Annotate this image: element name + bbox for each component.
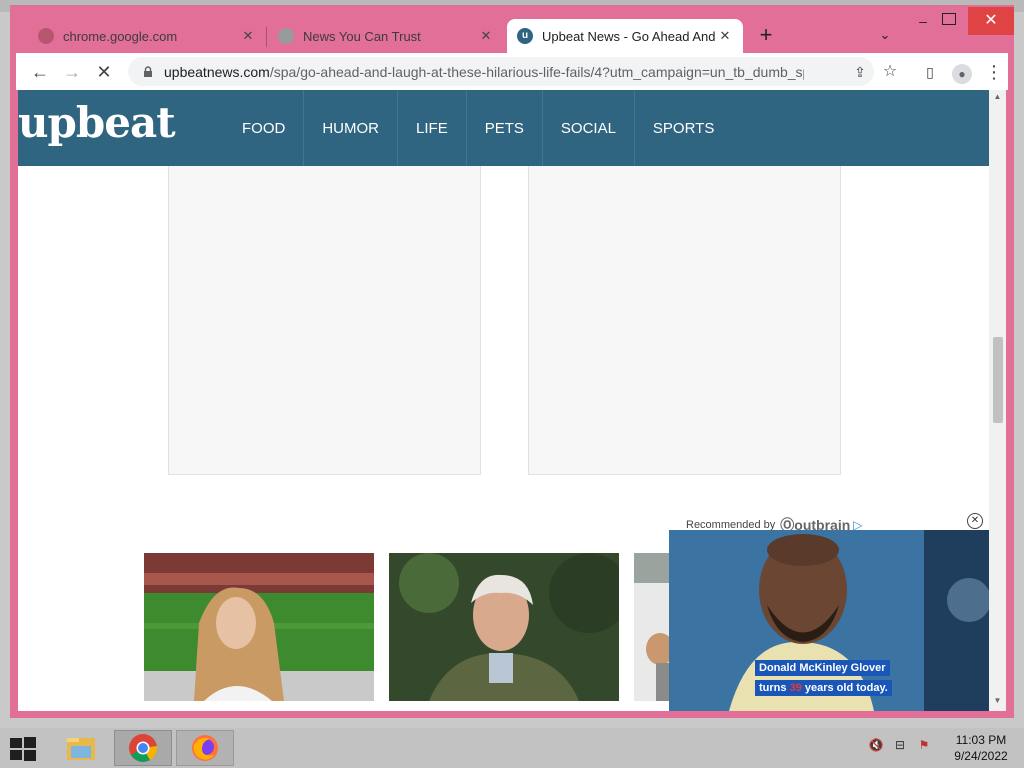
scroll-thumb[interactable] — [993, 337, 1003, 423]
menu-dots-icon[interactable]: ⋮ — [982, 60, 1006, 84]
url-text: upbeatnews.com/spa/go-ahead-and-laugh-at… — [164, 64, 804, 80]
system-clock[interactable]: 11:03 PM 9/24/2022 — [945, 732, 1017, 764]
tab-close-icon[interactable]: ✕ — [717, 28, 733, 44]
recommendation-thumbnail[interactable] — [389, 553, 619, 701]
chrome-icon — [129, 734, 158, 762]
lock-icon — [144, 65, 152, 77]
tab-news-you-can-trust[interactable]: News You Can Trust ✕ — [268, 19, 504, 53]
tab-title: News You Can Trust — [303, 28, 421, 44]
back-button[interactable]: ← — [28, 60, 52, 84]
tab-upbeat-news[interactable]: u Upbeat News - Go Ahead And Laugh At Th… — [507, 19, 743, 53]
vertical-scrollbar[interactable]: ▲ ▼ — [989, 90, 1006, 711]
file-explorer-taskbar-button[interactable] — [52, 730, 110, 766]
video-caption: Donald McKinley Glover turns 39 years ol… — [755, 658, 892, 698]
forward-button[interactable]: → — [60, 60, 84, 84]
chrome-taskbar-button[interactable] — [114, 730, 172, 766]
caption-pre: turns — [759, 682, 790, 694]
stadium-photo-image — [144, 553, 374, 701]
portrait-photo-image — [389, 553, 619, 701]
nav-pets[interactable]: PETS — [465, 90, 542, 166]
close-window-button[interactable]: ✕ — [968, 7, 1014, 35]
system-tray: 🔇 ⊟ ⚑ — [868, 738, 932, 754]
clock-date: 9/24/2022 — [954, 749, 1008, 763]
caption-line-2: turns 39 years old today. — [755, 680, 892, 696]
tab-title: Upbeat News - Go Ahead And Laugh At Thes… — [542, 28, 717, 44]
scroll-down-arrow-icon[interactable]: ▼ — [989, 696, 1006, 708]
tab-close-icon[interactable]: ✕ — [240, 28, 256, 44]
caption-line-1: Donald McKinley Glover — [755, 660, 890, 676]
new-tab-button[interactable]: + — [754, 24, 778, 48]
tab-chrome-google[interactable]: chrome.google.com ✕ — [28, 19, 266, 53]
nav-sports[interactable]: SPORTS — [633, 90, 732, 166]
bookmark-star-icon[interactable]: ☆ — [878, 60, 902, 84]
site-header: upbeat FOOD HUMOR LIFE PETS SOCIAL SPORT… — [18, 90, 989, 166]
firefox-icon — [192, 735, 218, 761]
volume-muted-icon[interactable]: 🔇 — [868, 738, 884, 754]
tab-close-icon[interactable]: ✕ — [478, 28, 494, 44]
url-path: /spa/go-ahead-and-laugh-at-these-hilario… — [269, 63, 804, 80]
address-bar[interactable]: upbeatnews.com/spa/go-ahead-and-laugh-at… — [128, 57, 874, 86]
caption-post: years old today. — [801, 682, 888, 694]
url-host: upbeatnews.com — [164, 63, 270, 80]
action-center-alert-icon[interactable]: ⚑ — [916, 738, 932, 754]
tab-separator — [266, 27, 267, 47]
nav-social[interactable]: SOCIAL — [541, 90, 634, 166]
profile-avatar-icon[interactable]: ● — [950, 60, 974, 84]
globe-icon — [278, 28, 294, 44]
upbeat-favicon-icon: u — [517, 28, 533, 44]
network-icon[interactable]: ⊟ — [892, 738, 908, 754]
site-nav: FOOD HUMOR LIFE PETS SOCIAL SPORTS — [224, 90, 732, 166]
clock-time: 11:03 PM — [955, 733, 1007, 747]
caption-age: 39 — [789, 682, 802, 694]
close-video-icon[interactable]: ✕ — [967, 513, 983, 529]
stop-loading-button[interactable]: ✕ — [92, 60, 116, 84]
firefox-taskbar-button[interactable] — [176, 730, 234, 766]
windows-start-icon[interactable] — [8, 736, 38, 762]
tab-title: chrome.google.com — [63, 28, 178, 44]
maximize-button[interactable] — [942, 13, 956, 25]
browser-window: chrome.google.com ✕ News You Can Trust ✕… — [10, 5, 1014, 718]
nav-life[interactable]: LIFE — [397, 90, 466, 166]
minimize-button[interactable]: – — [914, 13, 932, 29]
ad-placeholder-left[interactable] — [168, 166, 481, 475]
globe-icon — [38, 28, 54, 44]
floating-video-player[interactable]: Donald McKinley Glover turns 39 years ol… — [669, 530, 989, 711]
side-panel-icon[interactable]: ▯ — [918, 60, 942, 84]
nav-humor[interactable]: HUMOR — [303, 90, 397, 166]
browser-toolbar: ← → ✕ upbeatnews.com/spa/go-ahead-and-la… — [16, 53, 1008, 90]
scroll-up-arrow-icon[interactable]: ▲ — [989, 92, 1006, 104]
folder-icon — [67, 738, 95, 760]
recommendation-thumbnail[interactable] — [144, 553, 374, 701]
share-icon[interactable]: ⇪ — [848, 60, 872, 84]
ad-placeholder-right[interactable] — [528, 166, 841, 475]
tab-strip: chrome.google.com ✕ News You Can Trust ✕… — [10, 5, 1014, 53]
nav-food[interactable]: FOOD — [224, 90, 303, 166]
site-logo[interactable]: upbeat — [18, 98, 176, 147]
tab-search-chevron-icon[interactable]: ⌄ — [876, 27, 894, 45]
taskbar: 🔇 ⊟ ⚑ 11:03 PM 9/24/2022 — [0, 728, 1024, 768]
